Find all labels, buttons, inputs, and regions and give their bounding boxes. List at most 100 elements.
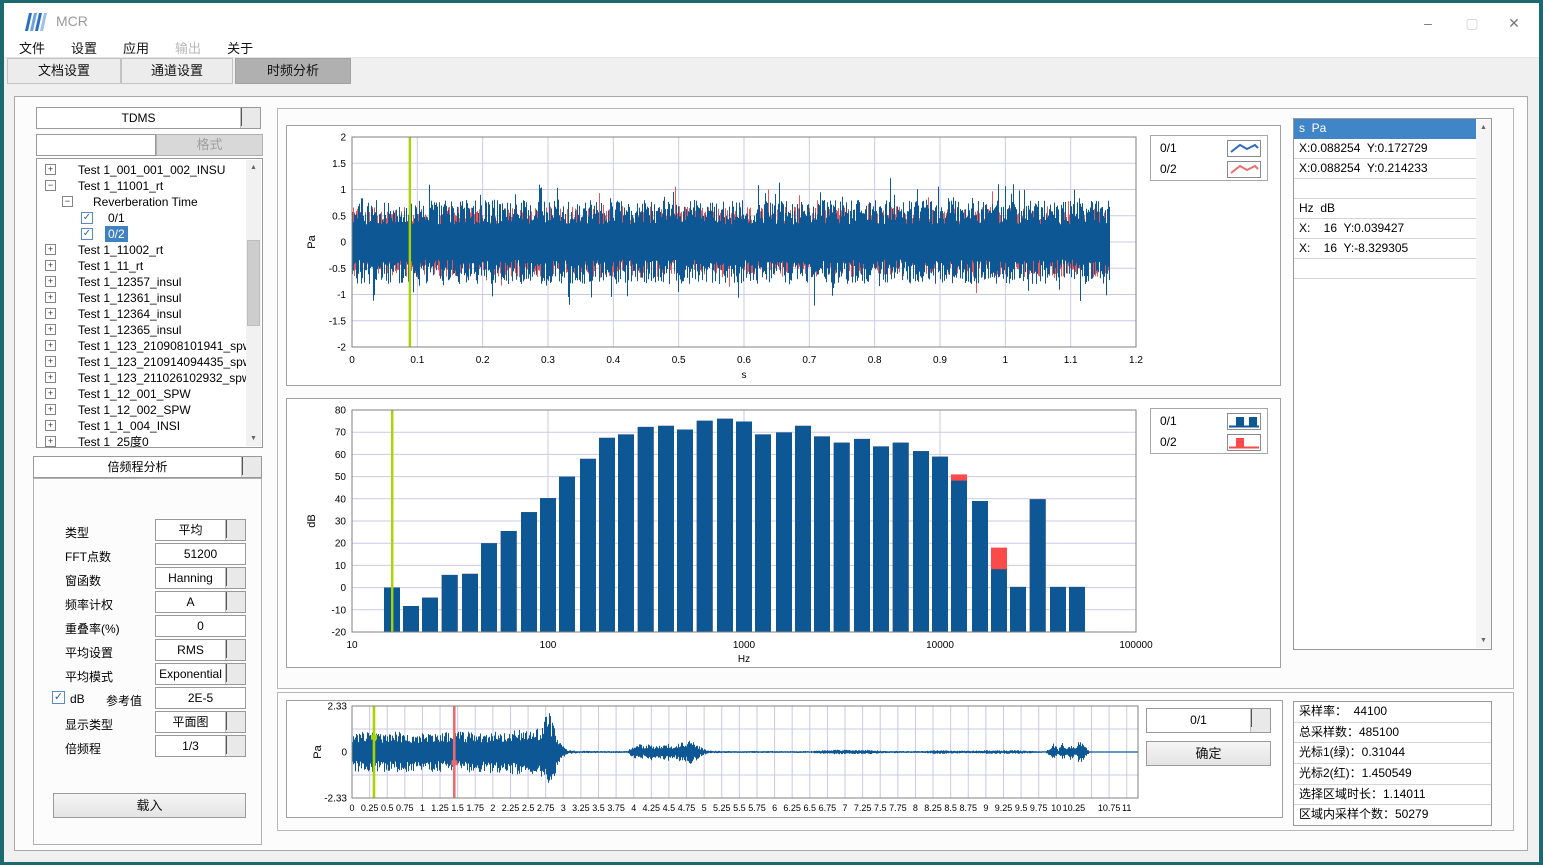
expand-icon[interactable]: + [45,404,56,415]
param-select-average-mode[interactable]: Exponential [155,663,246,685]
scrollbar-thumb[interactable] [247,240,260,326]
tree-item[interactable]: +Test 1_11_rt [38,258,246,274]
green-cursor-line[interactable] [391,410,393,632]
tree-checkbox[interactable]: ✓ [81,212,93,224]
maximize-button[interactable]: ▢ [1457,11,1487,35]
readout-row[interactable]: X: 16 Y:0.039427 [1294,219,1476,239]
scroll-up-icon[interactable]: ▲ [246,160,261,175]
collapse-icon[interactable]: − [45,180,56,191]
expand-icon[interactable]: + [45,244,56,255]
db-checkbox[interactable]: ✓ [52,691,65,704]
overview-channel-select[interactable]: 0/1 [1146,708,1271,733]
expand-icon[interactable]: + [45,372,56,383]
load-button[interactable]: 载入 [53,793,246,818]
scroll-down-icon[interactable]: ▼ [246,431,261,446]
tree-item[interactable]: +Test 1_12361_insul [38,290,246,306]
readout-row[interactable]: X:0.088254 Y:0.172729 [1294,139,1476,159]
param-input-overlap[interactable] [155,615,246,637]
tab-channel-settings[interactable]: 通道设置 [121,58,233,84]
tab-document-settings[interactable]: 文档设置 [7,58,121,84]
readout-row[interactable]: s Pa [1294,119,1476,139]
confirm-button[interactable]: 确定 [1146,741,1271,766]
tree-item[interactable]: −Test 1_11001_rt [38,178,246,194]
param-select-octave[interactable]: 1/3 [155,735,246,757]
expand-icon[interactable]: + [45,276,56,287]
expand-icon[interactable]: + [45,420,56,431]
menu-item-output[interactable]: 输出 [164,40,212,57]
tree-checkbox[interactable]: ✓ [81,228,93,240]
expand-icon[interactable]: + [45,388,56,399]
param-input-fft-points[interactable] [155,543,246,565]
param-select-average-setting[interactable]: RMS [155,639,246,661]
chevron-down-icon[interactable] [225,520,245,540]
expand-icon[interactable]: + [45,260,56,271]
filter-input[interactable] [36,134,156,156]
param-select-window-function[interactable]: Hanning [155,567,246,589]
tree-item-label: Test 1_1_004_INSI [75,418,183,434]
analysis-type-select[interactable]: 倍频程分析 [33,456,262,478]
readout-row[interactable]: Hz dB [1294,199,1476,219]
expand-icon[interactable]: + [45,340,56,351]
green-cursor-line[interactable] [409,137,411,347]
expand-icon[interactable]: + [45,292,56,303]
tree-item[interactable]: +Test 1_12_002_SPW [38,402,246,418]
bar-style-icon[interactable] [1227,413,1261,430]
tree-item[interactable]: +Test 1_12_001_SPW [38,386,246,402]
tree-item[interactable]: +Test 1_123_211026102932_spw [38,370,246,386]
tree-item[interactable]: +Test 1_12357_insul [38,274,246,290]
tree-item[interactable]: + Test 1_1_004_INSI [38,418,246,434]
menu-item-file[interactable]: 文件 [8,40,56,57]
chevron-down-icon[interactable] [1250,709,1270,732]
readout-row[interactable]: X:0.088254 Y:0.214233 [1294,159,1476,179]
tree-item[interactable]: + Test 1_25度0 [38,434,246,448]
tree-item[interactable]: +Test 1_001_001_002_INSU [38,162,246,178]
chevron-down-icon[interactable] [225,736,245,756]
tab-time-frequency-analysis[interactable]: 时频分析 [235,58,351,84]
tree-scrollbar[interactable]: ▲ ▼ [246,160,261,446]
tree-item[interactable]: −Reverberation Time [38,194,246,210]
tree-item[interactable]: +Test 1_12364_insul [38,306,246,322]
chevron-down-icon[interactable] [241,457,261,477]
readout-scrollbar[interactable]: ▲ ▼ [1476,120,1491,648]
expand-icon[interactable]: + [45,356,56,367]
scroll-down-icon[interactable]: ▼ [1476,633,1491,648]
tree-item[interactable]: +Test 1_123_210908101941_spw [38,338,246,354]
param-select-display-type[interactable]: 平面图 [155,711,246,733]
tree-item[interactable]: ✓0/2 [38,226,246,242]
minimize-button[interactable]: – [1413,11,1443,35]
chevron-down-icon[interactable] [225,664,245,684]
expand-icon[interactable]: + [45,164,56,175]
param-input-reference-value[interactable] [155,687,246,709]
chevron-down-icon[interactable] [225,640,245,660]
param-select-frequency-weighting[interactable]: A [155,591,246,613]
chevron-down-icon[interactable] [225,568,245,588]
tree-item[interactable]: +Test 1_11002_rt [38,242,246,258]
cursor-2-red[interactable] [453,706,456,798]
expand-icon[interactable]: + [45,324,56,335]
menu-item-apply[interactable]: 应用 [112,40,160,57]
scroll-up-icon[interactable]: ▲ [1476,120,1491,135]
line-style-icon[interactable] [1227,140,1261,157]
param-select-type[interactable]: 平均 [155,519,246,541]
bar-style-icon[interactable] [1227,434,1261,451]
line-style-icon[interactable] [1227,161,1261,178]
expand-icon[interactable]: + [45,436,56,447]
cursor-1-green[interactable] [373,706,376,798]
tree-item[interactable]: +Test 1_12365_insul [38,322,246,338]
chevron-down-icon[interactable] [240,108,260,128]
format-button[interactable]: 格式 [156,134,263,156]
chevron-down-icon[interactable] [225,712,245,732]
readout-row[interactable]: X: 16 Y:-8.329305 [1294,239,1476,259]
close-button[interactable]: ✕ [1499,11,1529,35]
collapse-icon[interactable]: − [62,196,73,207]
tree-item[interactable]: +Test 1_123_210914094435_spw [38,354,246,370]
tree-item[interactable]: ✓0/1 [38,210,246,226]
expand-icon[interactable]: + [45,308,56,319]
file-format-select[interactable]: TDMS [36,107,261,129]
menu-item-settings[interactable]: 设置 [60,40,108,57]
readout-row[interactable] [1294,259,1476,279]
readout-row[interactable] [1294,179,1476,199]
chevron-down-icon[interactable] [225,592,245,612]
menu-item-about[interactable]: 关于 [216,40,264,57]
tree-item-label: Test 1_25度0 [75,434,152,448]
